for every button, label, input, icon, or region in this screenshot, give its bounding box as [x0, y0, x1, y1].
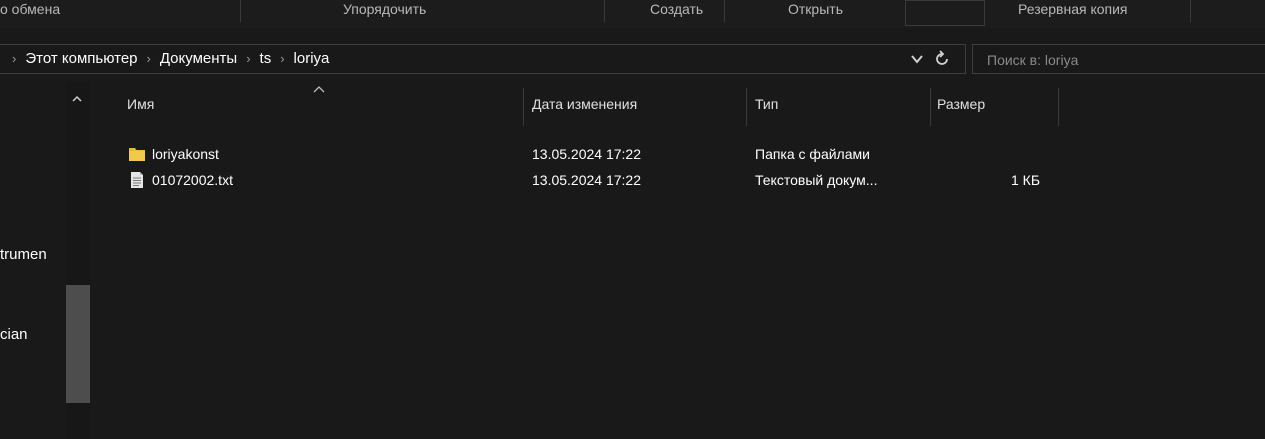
file-date: 13.05.2024 17:22	[532, 146, 641, 162]
column-header-size[interactable]: Размер	[937, 82, 985, 126]
ribbon-group-organize: Упорядочить	[343, 1, 427, 17]
ribbon-separator	[1190, 0, 1191, 22]
address-bar[interactable]: › Этот компьютер › Документы › ts › loriya	[0, 44, 966, 74]
table-row[interactable]: 01072002.txt 13.05.2024 17:22 Текстовый …	[122, 167, 1222, 193]
ribbon-separator	[240, 0, 241, 22]
column-separator[interactable]	[523, 88, 524, 126]
nav-item-instrumen[interactable]: trumen	[0, 246, 47, 263]
sort-ascending-icon	[313, 86, 325, 93]
column-separator[interactable]	[930, 88, 931, 126]
column-header-type[interactable]: Тип	[755, 82, 778, 126]
file-type: Папка с файлами	[755, 146, 870, 162]
ribbon-empty-box	[905, 0, 985, 26]
breadcrumb: › Этот компьютер › Документы › ts › loriya	[12, 45, 329, 73]
folder-icon	[129, 148, 145, 161]
ribbon-group-backup: Резервная копия	[1018, 1, 1128, 17]
file-name[interactable]: 01072002.txt	[152, 167, 233, 193]
chevron-right-icon[interactable]: ›	[246, 51, 250, 66]
column-separator[interactable]	[1058, 88, 1059, 126]
navigation-pane[interactable]: trumen cian	[0, 82, 92, 439]
refresh-icon[interactable]	[932, 49, 952, 69]
ribbon-separator	[604, 0, 605, 22]
chevron-up-icon[interactable]	[70, 92, 84, 106]
nav-item-cian[interactable]: cian	[0, 326, 28, 343]
chevron-right-icon[interactable]: ›	[280, 51, 284, 66]
breadcrumb-loriya[interactable]: loriya	[294, 50, 330, 67]
column-header-name[interactable]: Имя	[127, 82, 154, 126]
ribbon-separator	[724, 0, 725, 22]
breadcrumb-ts[interactable]: ts	[260, 50, 272, 67]
chevron-right-icon[interactable]: ›	[12, 51, 16, 66]
ribbon-group-clipboard: о обмена	[0, 1, 61, 17]
file-list[interactable]: Имя Дата изменения Тип Размер loriyakons…	[92, 82, 1265, 439]
file-name[interactable]: loriyakonst	[152, 141, 219, 167]
breadcrumb-this-pc[interactable]: Этот компьютер	[25, 50, 137, 67]
text-file-icon	[131, 172, 143, 188]
table-row[interactable]: loriyakonst 13.05.2024 17:22 Папка с фай…	[122, 141, 1222, 167]
breadcrumb-documents[interactable]: Документы	[160, 50, 237, 67]
column-separator[interactable]	[746, 88, 747, 126]
nav-scrollbar-thumb[interactable]	[66, 285, 90, 403]
search-input[interactable]	[985, 49, 1259, 71]
ribbon-group-new: Создать	[650, 1, 704, 17]
chevron-right-icon[interactable]: ›	[147, 51, 151, 66]
address-row: › Этот компьютер › Документы › ts › loriya	[0, 36, 1265, 82]
chevron-down-icon[interactable]	[909, 51, 925, 67]
file-type: Текстовый докум...	[755, 172, 878, 188]
ribbon-group-labels: о обмена Упорядочить Создать Открыть Рез…	[0, 0, 1265, 28]
search-box[interactable]	[972, 44, 1265, 74]
file-date: 13.05.2024 17:22	[532, 172, 641, 188]
column-header-date[interactable]: Дата изменения	[532, 82, 637, 126]
file-size: 1 КБ	[1011, 172, 1041, 188]
ribbon-group-open: Открыть	[788, 1, 843, 17]
